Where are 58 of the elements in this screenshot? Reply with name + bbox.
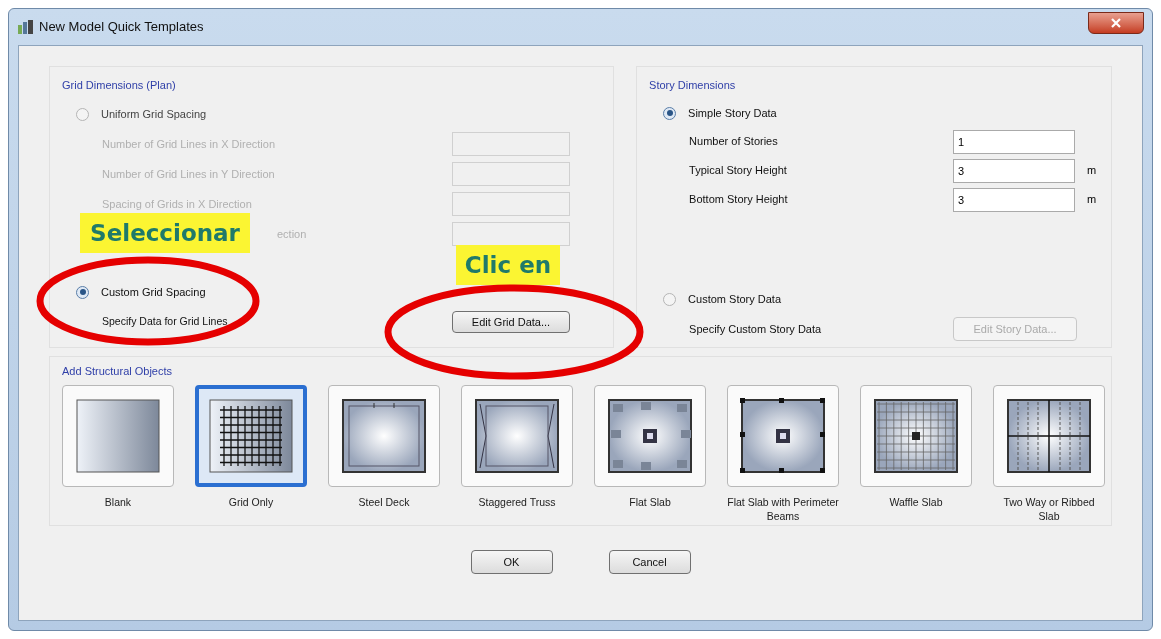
template-tile[interactable] [860,385,972,487]
template-tile[interactable] [62,385,174,487]
radio-button[interactable] [76,107,89,121]
input-field[interactable]: 3 [953,158,1076,183]
cancel-button[interactable]: Cancel [608,550,691,574]
field-label: ection [277,226,308,242]
template-label: Staggered Truss [477,495,557,509]
ok-button[interactable]: OK [470,550,553,574]
template-tile[interactable] [993,385,1105,487]
template-label: Flat Slab with Perimeter Beams [727,495,839,523]
input-field[interactable]: 3 [953,187,1076,212]
field-label: Spacing of Grids in X Direction [102,196,253,212]
close-icon [1111,18,1121,28]
ribbed-slab-template-icon [1004,396,1094,476]
template-label: Two Way or Ribbed Slab [1002,495,1096,523]
slab-with-beams-template-icon [738,396,828,476]
template-label: Blank [103,495,133,509]
template-tile[interactable] [461,385,573,487]
close-button[interactable] [1088,12,1144,34]
radio-label: Custom Story Data [688,291,781,307]
group-title: Add Structural Objects [62,363,174,379]
template-label: Steel Deck [357,495,411,509]
field-label: Bottom Story Height [689,192,789,208]
template-label: Grid Only [227,495,275,509]
template-tile[interactable] [195,385,307,487]
truss-template-icon [472,396,562,476]
unit-label: m [1087,163,1097,179]
template-label: Flat Slab [628,495,672,509]
app-icon [17,19,35,35]
radio-label: Uniform Grid Spacing [101,106,207,122]
input-field[interactable]: 1 [953,129,1076,154]
radio-label: Simple Story Data [688,105,777,121]
group-title: Grid Dimensions (Plan) [62,77,177,93]
waffle-slab-template-icon [871,396,961,476]
field-label: Specify Custom Story Data [689,321,823,337]
radio-button[interactable] [76,285,89,299]
field-label: Specify Data for Grid Lines [102,314,229,330]
field-label: Typical Story Height [689,163,788,179]
template-tile[interactable] [594,385,706,487]
group-title: Story Dimensions [649,77,737,93]
window-title: New Model Quick Templates [39,18,204,37]
field-label: Number of Grid Lines in Y Direction [102,166,276,182]
radio-button[interactable] [663,292,677,306]
field-label: Number of Stories [689,134,779,150]
blank-template-icon [73,396,163,476]
template-tile[interactable] [727,385,839,487]
template-label: Waffle Slab [888,495,944,509]
annotation-label: Clic en [456,245,560,285]
steel-deck-template-icon [339,396,429,476]
annotation-label: Seleccionar [80,213,250,253]
template-tile[interactable] [328,385,440,487]
edit-grid-data-button[interactable]: Edit Grid Data... [452,311,570,333]
radio-label: Custom Grid Spacing [101,284,206,300]
radio-button[interactable] [663,106,677,120]
flat-slab-template-icon [605,396,695,476]
grid-template-icon [206,396,296,476]
field-label: Number of Grid Lines in X Direction [102,136,276,152]
unit-label: m [1087,192,1097,208]
